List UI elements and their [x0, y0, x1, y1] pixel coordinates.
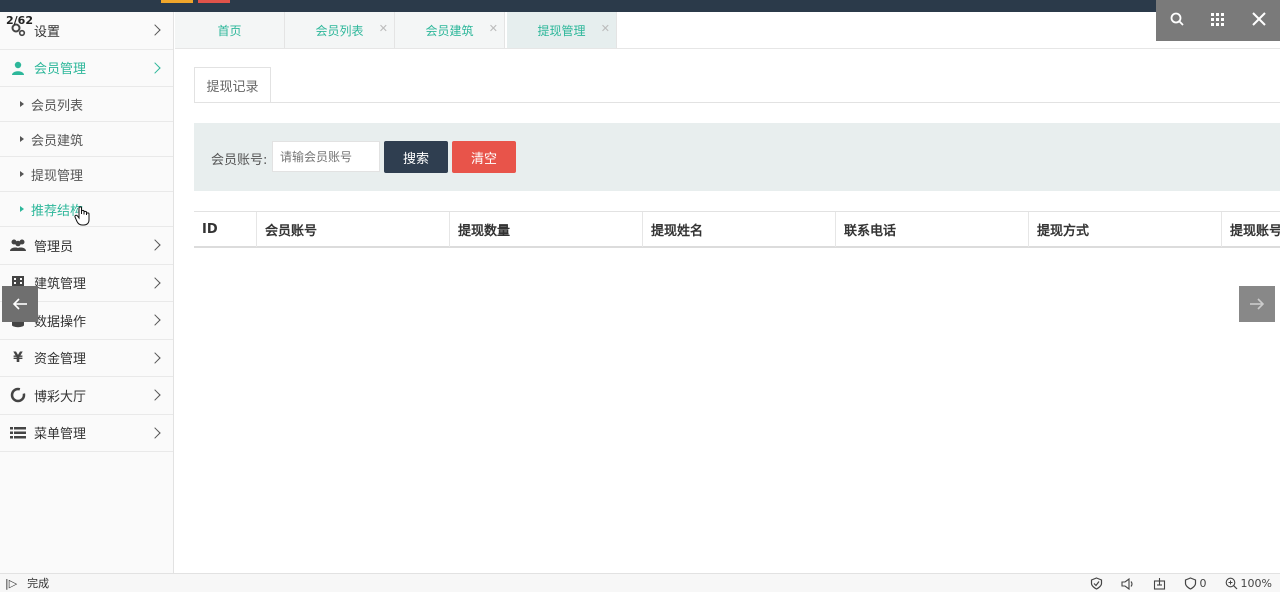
status-text: 完成 — [27, 577, 50, 590]
browser-status-bar: |▷ 完成 0 100% — [0, 573, 1280, 592]
sidebar-item-label: 会员管理 — [34, 62, 87, 78]
close-tab-icon[interactable]: ✕ — [601, 22, 610, 35]
sidebar-subitem-label: 提现管理 — [31, 168, 84, 184]
chevron-right-icon — [149, 352, 161, 364]
header-accent-red — [198, 0, 230, 3]
caret-right-icon — [20, 171, 24, 177]
sidebar-item-member-management[interactable]: 会员管理 — [0, 50, 173, 87]
tab-withdrawal-records[interactable]: 提现记录 — [194, 67, 271, 103]
search-panel: 会员账号: 搜索 清空 — [194, 123, 1280, 191]
column-header-id[interactable]: ID — [194, 212, 257, 247]
tab-home[interactable]: 首页 — [175, 12, 285, 48]
sidebar-item-label: 菜单管理 — [34, 427, 87, 443]
chevron-right-icon — [149, 389, 161, 401]
tab-member-list[interactable]: 会员列表 ✕ — [285, 12, 395, 48]
chevron-right-icon — [149, 427, 161, 439]
list-icon — [8, 424, 28, 442]
sidebar-item-label: 管理员 — [34, 239, 74, 255]
search-button[interactable]: 搜索 — [384, 141, 448, 173]
column-header-phone[interactable]: 联系电话 — [836, 212, 1029, 247]
column-header-withdrawal-amount[interactable]: 提现数量 — [450, 212, 643, 247]
sidebar-item-fund-management[interactable]: ¥ 资金管理 — [0, 340, 173, 377]
ring-icon — [8, 386, 28, 404]
table-header-row: ID 会员账号 提现数量 提现姓名 联系电话 提现方式 提现账号 — [194, 211, 1280, 248]
tab-label: 首页 — [217, 23, 242, 38]
main-content: 提现记录 会员账号: 搜索 清空 ID 会员账号 提现数量 提现姓名 联系电话 … — [175, 50, 1280, 573]
sidebar-subitem-member-list[interactable]: 会员列表 — [0, 87, 173, 122]
viewer-toolbar — [1156, 0, 1280, 41]
sidebar-subitem-member-buildings[interactable]: 会员建筑 — [0, 122, 173, 157]
previous-arrow-button[interactable] — [2, 286, 38, 322]
member-account-input[interactable] — [272, 141, 380, 172]
sidebar-item-menu-management[interactable]: 菜单管理 — [0, 415, 173, 452]
sidebar-item-admins[interactable]: 管理员 — [0, 227, 173, 265]
tab-label: 会员列表 — [315, 23, 364, 38]
sidebar-item-label: 数据操作 — [34, 314, 87, 330]
member-account-label: 会员账号: — [211, 153, 268, 168]
tab-label: 会员建筑 — [425, 23, 474, 38]
yen-icon: ¥ — [13, 349, 23, 366]
chevron-right-icon — [149, 277, 161, 289]
sidebar-item-label: 设置 — [34, 24, 61, 40]
grid-icon[interactable] — [1203, 12, 1233, 30]
play-icon[interactable]: |▷ — [5, 577, 17, 590]
chevron-right-icon — [149, 24, 161, 36]
caret-right-icon — [20, 136, 24, 142]
column-header-withdrawal-account[interactable]: 提现账号 — [1222, 212, 1280, 247]
tab-label: 提现管理 — [537, 23, 586, 38]
next-arrow-button[interactable] — [1239, 286, 1275, 322]
user-icon — [8, 59, 28, 77]
column-header-withdrawal-name[interactable]: 提现姓名 — [643, 212, 836, 247]
sidebar-subitem-withdrawal-management[interactable]: 提现管理 — [0, 157, 173, 192]
shield-icon[interactable] — [1090, 577, 1103, 590]
speaker-icon[interactable] — [1120, 577, 1135, 590]
caret-right-icon — [20, 101, 24, 107]
download-icon[interactable] — [1153, 577, 1166, 590]
close-icon[interactable] — [1244, 11, 1274, 30]
adblock-counter[interactable]: 0 — [1184, 577, 1207, 590]
search-icon[interactable] — [1162, 12, 1192, 30]
zoom-control[interactable]: 100% — [1225, 577, 1272, 590]
page-counter: 2/62 — [6, 14, 33, 27]
caret-right-icon — [20, 206, 24, 212]
sidebar-item-label: 博彩大厅 — [34, 389, 87, 405]
close-tab-icon[interactable]: ✕ — [489, 22, 498, 35]
page-tab-bar: 首页 会员列表 ✕ 会员建筑 ✕ 提现管理 ✕ — [175, 12, 1280, 49]
hand-cursor-icon — [74, 206, 90, 226]
subtab-divider — [194, 102, 1280, 103]
sidebar-item-label: 建筑管理 — [34, 277, 87, 293]
header-accent-orange — [161, 0, 193, 3]
column-header-withdrawal-method[interactable]: 提现方式 — [1029, 212, 1222, 247]
chevron-right-icon — [149, 314, 161, 326]
chevron-right-icon — [149, 62, 161, 74]
users-icon — [8, 236, 28, 254]
column-header-member-account[interactable]: 会员账号 — [257, 212, 450, 247]
tab-member-buildings[interactable]: 会员建筑 ✕ — [395, 12, 505, 48]
adblock-count-text: 0 — [1199, 577, 1207, 590]
sidebar-item-label: 资金管理 — [34, 352, 87, 368]
sidebar-subitem-label: 会员列表 — [31, 98, 84, 114]
tab-withdrawal-management[interactable]: 提现管理 ✕ — [507, 12, 617, 48]
clear-button[interactable]: 清空 — [452, 141, 516, 173]
zoom-level-text: 100% — [1240, 577, 1272, 590]
top-header-bar — [0, 0, 1280, 12]
chevron-right-icon — [149, 239, 161, 251]
close-tab-icon[interactable]: ✕ — [379, 22, 388, 35]
sidebar-item-gaming-hall[interactable]: 博彩大厅 — [0, 377, 173, 415]
sidebar-subitem-label: 会员建筑 — [31, 133, 84, 149]
